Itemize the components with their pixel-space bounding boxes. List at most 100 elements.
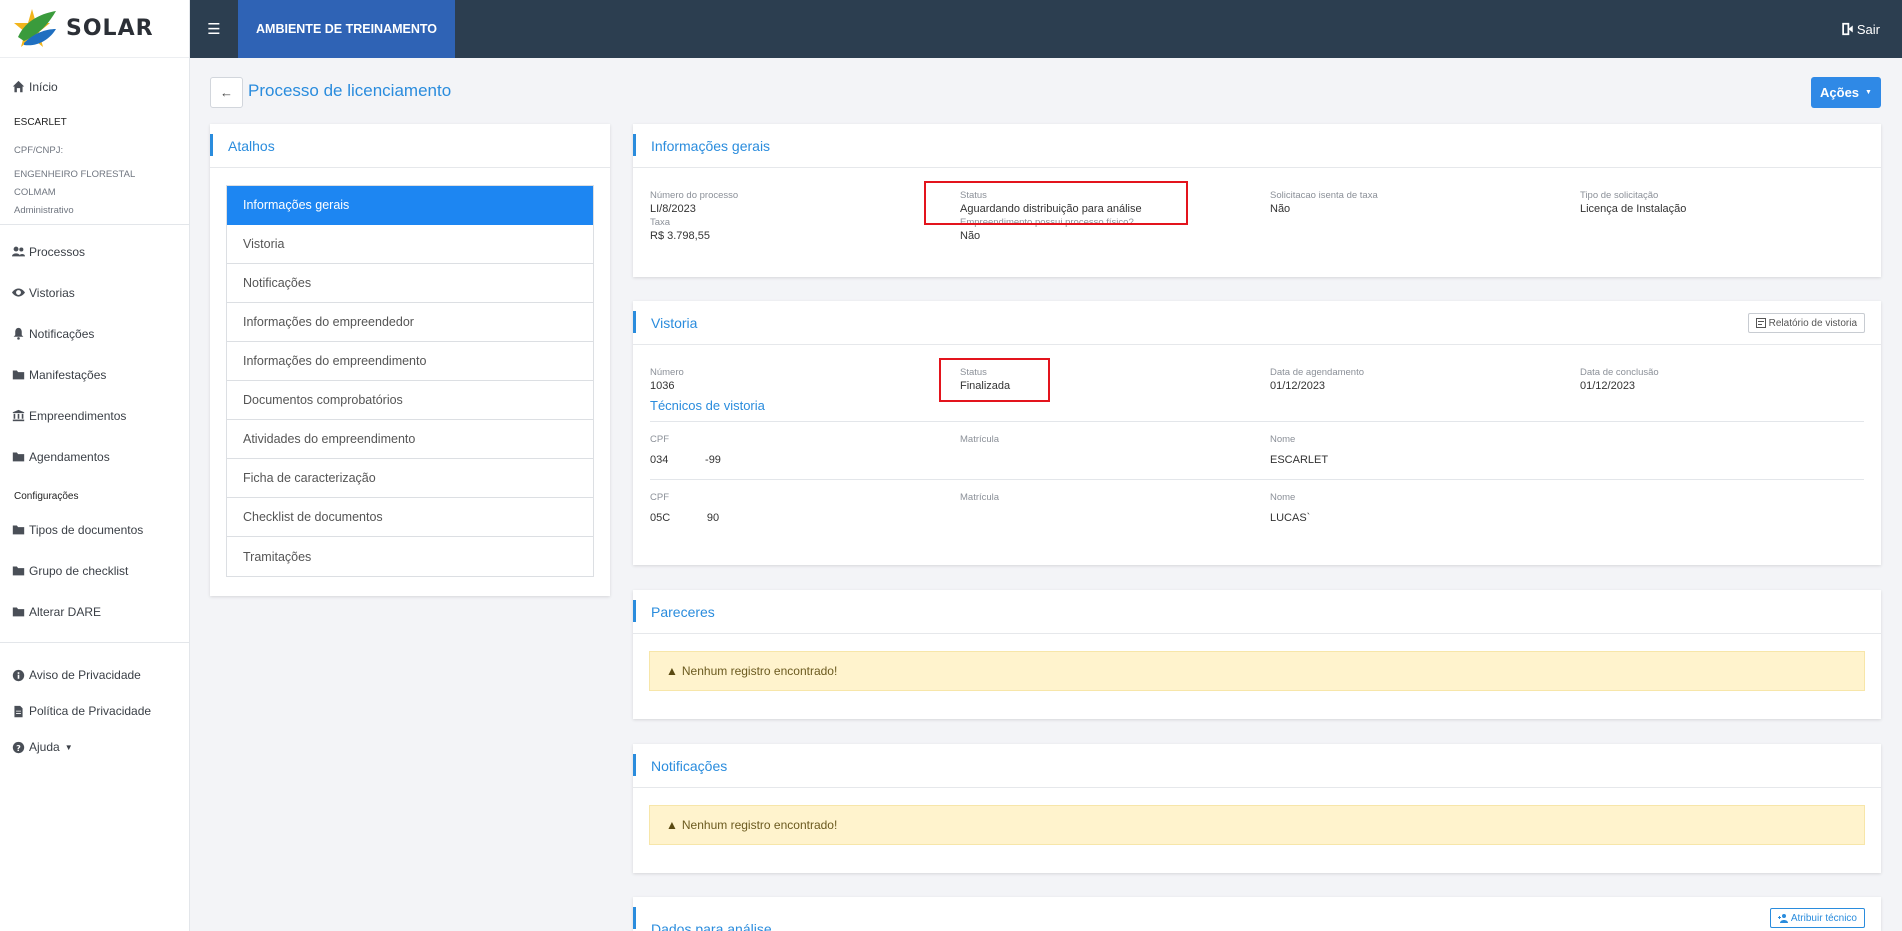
sidebar-item-manifestacoes[interactable]: Manifestações: [0, 354, 189, 395]
config-section-label: Configurações: [14, 490, 79, 502]
folder-icon: [11, 605, 25, 619]
actions-dropdown-button[interactable]: Ações ▼: [1811, 77, 1881, 108]
analysis-header: Dados para análise Atribuir técnico: [633, 897, 1881, 931]
shortcut-informacoes-gerais[interactable]: Informações gerais: [227, 186, 593, 225]
field-conclusion-date: Data de conclusão 01/12/2023: [1580, 356, 1890, 394]
field-schedule-date: Data de agendamento 01/12/2023: [1270, 356, 1580, 394]
sidebar-item-processos[interactable]: Processos: [0, 231, 189, 272]
sidebar-item-notificacoes[interactable]: Notificações: [0, 313, 189, 354]
sidebar-item-ajuda[interactable]: ? Ajuda ▼: [0, 729, 189, 765]
users-icon: [11, 245, 25, 259]
shortcut-informacoes-empreendimento[interactable]: Informações do empreendimento: [227, 342, 593, 381]
inspection-header: Vistoria Relatório de vistoria: [633, 301, 1881, 345]
shortcut-informacoes-empreendedor[interactable]: Informações do empreendedor: [227, 303, 593, 342]
warning-icon: ▲: [666, 664, 678, 678]
field-label: Número do processo: [650, 190, 739, 201]
folder-icon: [11, 368, 25, 382]
sidebar-item-label: Vistorias: [29, 285, 75, 300]
field-fee-exempt: Solicitacao isenta de taxa Não: [1270, 179, 1580, 217]
logo[interactable]: SOLAR: [0, 0, 189, 58]
document-icon: [11, 704, 25, 718]
inspection-report-button[interactable]: Relatório de vistoria: [1747, 313, 1865, 333]
inspection-title: Vistoria: [651, 314, 698, 331]
shortcuts-header: Atalhos: [210, 124, 610, 168]
institution-icon: [11, 409, 25, 423]
sidebar-item-label: Agendamentos: [29, 449, 110, 464]
shortcut-vistoria[interactable]: Vistoria: [227, 225, 593, 264]
field-fee: Taxa R$ 3.798,55: [650, 217, 960, 255]
analysis-card: Dados para análise Atribuir técnico: [633, 897, 1881, 931]
folder-icon: [11, 450, 25, 464]
field-value: 01/12/2023: [1270, 380, 1326, 392]
sidebar-item-label: Política de Privacidade: [29, 704, 152, 718]
page-title: Processo de licenciamento: [248, 81, 452, 100]
sidebar-item-alterar-dare[interactable]: Alterar DARE: [0, 591, 189, 632]
inspection-fields: Número 1036 Status Finalizada Data de ag…: [633, 356, 1881, 394]
assign-technician-button[interactable]: Atribuir técnico: [1769, 908, 1865, 928]
field-label: Tipo de solicitação: [1580, 190, 1659, 201]
sidebar-item-agendamentos[interactable]: Agendamentos: [0, 436, 189, 477]
field-label: Matrícula: [960, 492, 1000, 503]
user-info: ESCARLET CPF/CNPJ: ENGENHEIRO FLORESTAL …: [0, 107, 189, 225]
caret-down-icon: ▼: [1865, 89, 1872, 96]
sidebar-item-grupo-checklist[interactable]: Grupo de checklist: [0, 550, 189, 591]
sidebar-item-vistorias[interactable]: Vistorias: [0, 272, 189, 313]
general-info-fields: Número do processo LI/8/2023 Status Agua…: [633, 179, 1881, 255]
brand-name: SOLAR: [66, 16, 154, 41]
status-highlight-box: [939, 358, 1050, 402]
solar-logo-icon: [14, 8, 56, 47]
field-label: Solicitacao isenta de taxa: [1270, 190, 1378, 201]
sidebar-item-empreendimentos[interactable]: Empreendimentos: [0, 395, 189, 436]
field-label: Data de agendamento: [1270, 367, 1365, 378]
field-label: Nome: [1270, 434, 1296, 445]
shortcut-atividades-empreendimento[interactable]: Atividades do empreendimento: [227, 420, 593, 459]
sidebar-item-label: Início: [29, 79, 58, 94]
field-label: Matrícula: [960, 434, 1000, 445]
technician-row: CPF 034 -99 Matrícula Nome ESCARLET: [650, 421, 1864, 479]
shortcuts-panel: Atalhos Informações gerais Vistoria Noti…: [210, 124, 610, 596]
help-icon: ?: [11, 740, 25, 754]
folder-icon: [11, 523, 25, 537]
tech-cpf: CPF 034 -99: [650, 434, 960, 479]
field-value: 01/12/2023: [1580, 380, 1636, 392]
sidebar-item-label: Notificações: [29, 326, 95, 341]
status-highlight-box: [924, 181, 1188, 225]
tech-name: Nome ESCARLET: [1270, 434, 1580, 479]
home-icon: [11, 80, 25, 94]
user-profile: Administrativo: [14, 205, 74, 216]
field-inspection-number: Número 1036: [650, 356, 960, 394]
sidebar-item-label: Grupo de checklist: [29, 563, 129, 578]
field-value: LI/8/2023: [650, 203, 696, 215]
info-icon: [11, 668, 25, 682]
notifications-title: Notificações: [651, 757, 728, 774]
sidebar-item-label: Empreendimentos: [29, 408, 127, 423]
opinions-card: Pareceres ▲ Nenhum registro encontrado!: [633, 590, 1881, 719]
shortcut-tramitacoes[interactable]: Tramitações: [227, 537, 593, 576]
field-value: R$ 3.798,55: [650, 230, 710, 242]
assign-technician-label: Atribuir técnico: [1790, 912, 1857, 924]
sidebar-item-tipos-documentos[interactable]: Tipos de documentos: [0, 509, 189, 550]
sidebar-item-aviso-privacidade[interactable]: Aviso de Privacidade: [0, 657, 189, 693]
folder-icon: [11, 564, 25, 578]
inspection-card: Vistoria Relatório de vistoria Número 10…: [633, 301, 1881, 565]
sidebar-item-label: Aviso de Privacidade: [29, 668, 141, 682]
user-role: ENGENHEIRO FLORESTAL: [14, 169, 136, 180]
shortcut-notificacoes[interactable]: Notificações: [227, 264, 593, 303]
report-icon: [1755, 318, 1766, 328]
logout-button[interactable]: Sair: [1841, 0, 1880, 58]
field-value: Não: [960, 230, 981, 242]
shortcut-ficha-caracterizacao[interactable]: Ficha de caracterização: [227, 459, 593, 498]
back-button[interactable]: ←: [210, 77, 243, 108]
empty-message: Nenhum registro encontrado!: [681, 664, 838, 678]
shortcut-checklist-documentos[interactable]: Checklist de documentos: [227, 498, 593, 537]
sidebar: SOLAR Início ESCARLET CPF/CNPJ: ENGENHEI…: [0, 0, 190, 931]
shortcut-documentos-comprobatorios[interactable]: Documentos comprobatórios: [227, 381, 593, 420]
field-label: CPF: [650, 492, 669, 503]
notifications-card: Notificações ▲ Nenhum registro encontrad…: [633, 744, 1881, 873]
sidebar-item-home[interactable]: Início: [0, 66, 189, 107]
sidebar-item-label: Manifestações: [29, 367, 107, 382]
sidebar-item-politica-privacidade[interactable]: Política de Privacidade: [0, 693, 189, 729]
empty-message: Nenhum registro encontrado!: [681, 818, 838, 832]
menu-toggle[interactable]: ☰: [190, 0, 238, 58]
sidebar-item-label: Alterar DARE: [29, 604, 102, 619]
